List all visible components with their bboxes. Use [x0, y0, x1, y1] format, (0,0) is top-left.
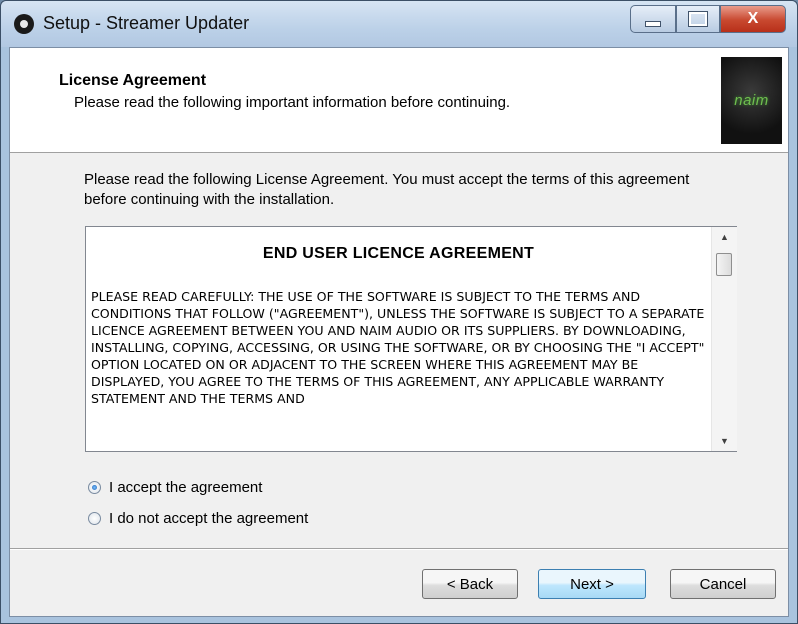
maximize-icon [689, 12, 707, 26]
close-icon: X [747, 10, 759, 27]
naim-logo: naim [721, 57, 782, 144]
minimize-icon [645, 21, 661, 27]
scrollbar-thumb[interactable] [716, 253, 732, 276]
accept-option[interactable]: I accept the agreement [88, 479, 262, 496]
wizard-header: License Agreement Please read the follow… [10, 48, 788, 153]
license-text-area[interactable]: END USER LICENCE AGREEMENT PLEASE READ C… [86, 227, 711, 451]
license-heading: END USER LICENCE AGREEMENT [262, 245, 535, 262]
license-text-box[interactable]: END USER LICENCE AGREEMENT PLEASE READ C… [85, 226, 737, 452]
decline-radio[interactable] [88, 512, 101, 525]
scroll-up-arrow-icon[interactable]: ▲ [712, 227, 737, 247]
license-intro-text: Please read the following License Agreem… [84, 171, 690, 208]
page-subtitle: Please read the following important info… [74, 94, 511, 111]
accept-label[interactable]: I accept the agreement [109, 479, 262, 496]
logo-text: naim [734, 92, 769, 109]
setup-app-icon [14, 14, 34, 34]
footer-divider [10, 548, 788, 550]
license-body: PLEASE READ CAREFULLY: THE USE OF THE SO… [91, 289, 705, 406]
title-bar[interactable]: Setup - Streamer Updater X [1, 1, 797, 47]
scroll-down-arrow-icon[interactable]: ▼ [712, 431, 737, 451]
wizard-client-area: License Agreement Please read the follow… [9, 47, 789, 617]
maximize-button[interactable] [676, 5, 720, 33]
decline-option[interactable]: I do not accept the agreement [88, 510, 308, 527]
window-title: Setup - Streamer Updater [43, 13, 250, 33]
close-button[interactable]: X [720, 5, 786, 33]
next-button[interactable]: Next > [538, 569, 646, 599]
decline-label[interactable]: I do not accept the agreement [109, 510, 308, 527]
page-title: License Agreement [59, 72, 207, 89]
minimize-button[interactable] [630, 5, 676, 33]
cancel-button[interactable]: Cancel [670, 569, 776, 599]
back-button[interactable]: < Back [422, 569, 518, 599]
setup-window: Setup - Streamer Updater X License Agree… [0, 0, 798, 624]
license-scrollbar[interactable]: ▲ ▼ [711, 227, 737, 451]
accept-radio[interactable] [88, 481, 101, 494]
